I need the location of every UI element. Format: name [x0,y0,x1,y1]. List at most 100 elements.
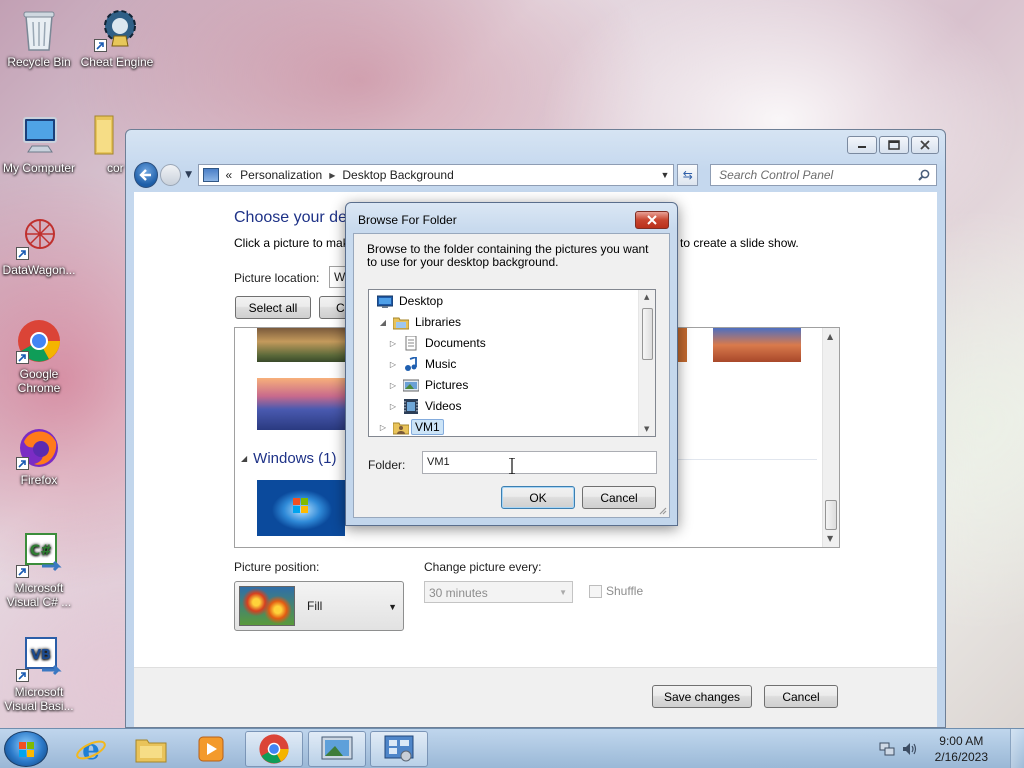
recent-pages-dropdown[interactable]: ▼ [185,170,194,180]
tree-item-desktop[interactable]: Desktop [371,291,443,311]
resize-grip-icon[interactable] [657,505,667,515]
desktop-icon-my-computer[interactable]: My Computer [1,112,77,175]
breadcrumb-personalization[interactable]: Personalization [240,168,322,182]
clock-time: 9:00 AM [939,734,984,748]
minimize-button[interactable] [847,136,877,154]
dropdown-arrow-icon: ▼ [388,602,397,612]
desktop-icon [377,295,393,308]
scrollbar-thumb[interactable] [642,308,653,360]
refresh-button[interactable]: ⇆ [677,164,699,186]
save-changes-button[interactable]: Save changes [652,685,752,708]
dialog-close-button[interactable] [635,211,669,229]
tree-scrollbar[interactable]: ▲ ▼ [638,290,655,436]
desktop-icon-visual-csharp[interactable]: C# Microsoft Visual C# ... [1,532,77,609]
picture-position-label: Picture position: [234,560,320,574]
tree-item-music[interactable]: ▷ Music [387,354,456,374]
change-picture-value: 30 minutes [429,586,488,600]
tree-item-label: Documents [425,336,486,350]
desktop-icon-label: DataWagon... [2,263,76,277]
wallpaper-thumbnail-windows[interactable] [257,480,345,536]
tree-item-libraries[interactable]: ◢ Libraries [377,312,461,332]
tree-expander-icon[interactable]: ▷ [387,381,399,390]
taskbar: e 9:00 AM 2/16/2023 [0,728,1024,768]
firefox-icon [16,424,62,470]
tree-collapse-icon[interactable]: ◢ [377,318,389,327]
user-folder-icon [393,422,409,434]
chrome-icon [259,734,289,764]
address-dropdown-icon[interactable]: ▼ [661,170,670,180]
search-icon[interactable] [918,169,930,181]
show-desktop-button[interactable] [1010,729,1024,768]
tree-item-pictures[interactable]: ▷ Pictures [387,375,468,395]
scroll-down-icon[interactable]: ▼ [644,425,649,433]
wallpaper-thumbnail[interactable] [713,328,801,362]
breadcrumb-chevrons[interactable]: « [225,168,232,182]
taskbar-media-player[interactable] [182,731,240,767]
close-icon [920,140,930,150]
dialog-cancel-button[interactable]: Cancel [582,486,656,509]
tree-expander-icon[interactable]: ▷ [387,402,399,411]
tree-expander-icon[interactable]: ▷ [377,423,389,432]
folder-input[interactable]: VM1 [422,451,657,474]
collapse-arrow-icon[interactable]: ◢ [241,454,247,463]
folder-tree[interactable]: Desktop ◢ Libraries ▷ Documents ▷ Music … [368,289,656,437]
desktop-icon-label: Cheat Engine [80,55,154,69]
tree-expander-icon[interactable]: ▷ [387,360,399,369]
scroll-up-icon[interactable]: ▲ [827,332,833,341]
start-button[interactable] [4,731,48,767]
scroll-up-icon[interactable]: ▲ [644,293,649,301]
network-icon[interactable] [879,741,895,757]
shuffle-checkbox[interactable]: Shuffle [589,584,643,598]
dialog-body: Browse to the folder containing the pict… [353,233,670,518]
desktop-icon-datawagon[interactable]: DataWagon... [1,214,77,277]
taskbar-internet-explorer[interactable]: e [62,731,120,767]
address-bar[interactable]: « Personalization ▶ Desktop Background ▼ [198,164,675,186]
taskbar-chrome[interactable] [245,731,303,767]
tree-item-videos[interactable]: ▷ Videos [387,396,461,416]
volume-icon[interactable] [901,741,917,757]
select-all-button[interactable]: Select all [235,296,311,319]
wallpaper-thumbnail[interactable] [257,378,345,430]
change-picture-select[interactable]: 30 minutes ▼ [424,581,573,603]
picture-position-dropdown[interactable]: Fill ▼ [234,581,404,631]
dialog-title: Browse For Folder [358,213,457,227]
taskbar-control-panel[interactable] [370,731,428,767]
back-button[interactable] [134,162,159,188]
breadcrumb-separator-icon[interactable]: ▶ [329,171,335,180]
recycle-bin-icon [16,6,62,52]
checkbox-icon[interactable] [589,584,602,598]
group-header-windows[interactable]: ◢ Windows (1) [241,450,337,467]
page-description-continued: to create a slide show. [680,236,799,250]
desktop-icon-folder[interactable]: cor [83,112,127,175]
wallpaper-thumbnail[interactable] [257,328,345,362]
desktop-icon-recycle-bin[interactable]: Recycle Bin [1,6,77,69]
scrollbar-thumb[interactable] [825,500,837,530]
pictures-icon [403,379,419,391]
navigation-bar: ▼ « Personalization ▶ Desktop Background… [134,160,937,190]
clock[interactable]: 9:00 AM 2/16/2023 [935,733,988,765]
tree-item-vm1[interactable]: ▷ VM1 [377,417,444,436]
taskbar-desktop-background[interactable] [308,731,366,767]
cheat-engine-icon [94,6,140,52]
desktop-icon-chrome[interactable]: Google Chrome [1,318,77,395]
maximize-button[interactable] [879,136,909,154]
close-button[interactable] [911,136,939,154]
tree-expander-icon[interactable]: ▷ [387,339,399,348]
page-description: Click a picture to mak [234,236,349,250]
scroll-down-icon[interactable]: ▼ [827,534,833,543]
computer-icon [16,112,62,158]
breadcrumb-desktop-background[interactable]: Desktop Background [342,168,453,182]
tree-item-documents[interactable]: ▷ Documents [387,333,486,353]
cancel-button[interactable]: Cancel [764,685,838,708]
gallery-scrollbar[interactable]: ▲ ▼ [822,328,839,547]
desktop-icon-cheat-engine[interactable]: Cheat Engine [79,6,155,69]
forward-button[interactable] [160,164,182,186]
desktop-icon-firefox[interactable]: Firefox [1,424,77,487]
search-input[interactable]: Search Control Panel [710,164,937,186]
taskbar-windows-explorer[interactable] [122,731,180,767]
browse-for-folder-dialog: Browse For Folder Browse to the folder c… [345,202,678,526]
desktop-icon-visual-basic[interactable]: VB Microsoft Visual Basi... [1,636,77,713]
window-footer: Save changes Cancel [134,667,937,727]
group-header-label: Windows (1) [253,450,337,467]
ok-button[interactable]: OK [501,486,575,509]
